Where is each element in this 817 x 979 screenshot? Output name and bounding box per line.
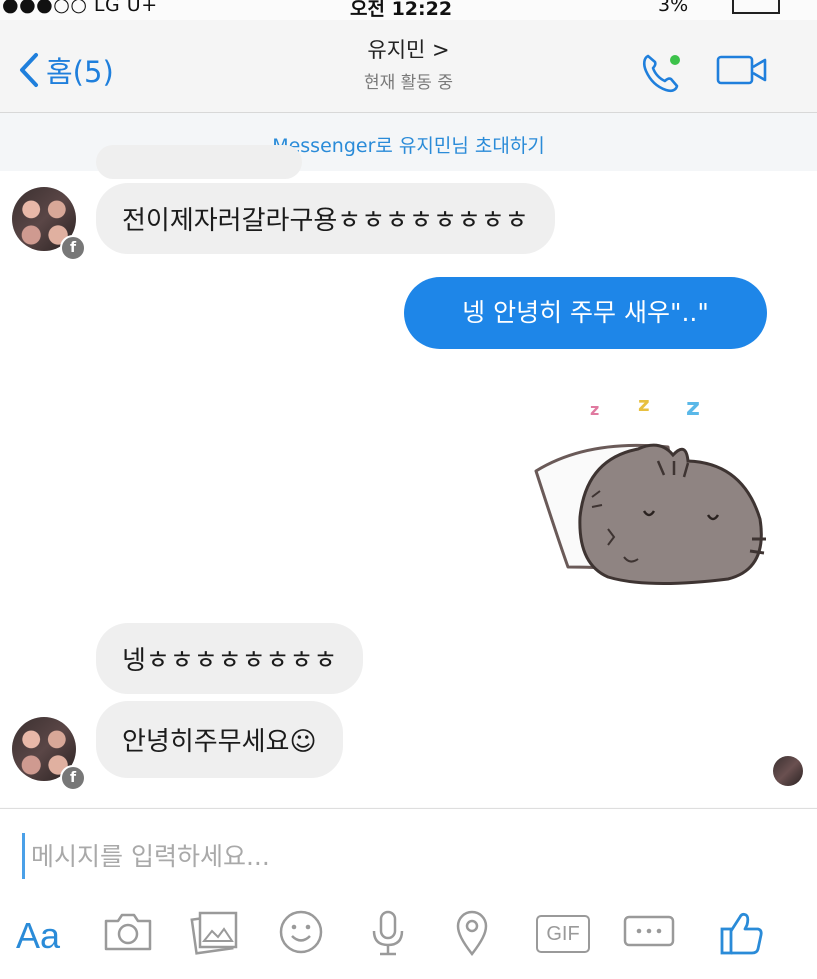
zzz-text-1: z bbox=[590, 400, 599, 419]
message-text: 안녕히주무세요☺ bbox=[122, 727, 317, 757]
read-receipt-avatar bbox=[773, 756, 803, 786]
facebook-badge-icon: f bbox=[60, 765, 86, 791]
message-bubble-incoming[interactable]: 전이제자러갈라구용ㅎㅎㅎㅎㅎㅎㅎㅎ bbox=[96, 183, 555, 254]
phone-call-icon[interactable] bbox=[640, 50, 684, 94]
clock-text: 오전 12:22 bbox=[350, 0, 453, 20]
message-input[interactable] bbox=[22, 833, 793, 879]
message-bubble-outgoing[interactable]: 넹 안녕히 주무 새우".." bbox=[404, 277, 767, 349]
message-bubble-partial bbox=[96, 145, 302, 179]
message-list: f 전이제자러갈라구용ㅎㅎㅎㅎㅎㅎㅎㅎ 넹 안녕히 주무 새우".." z z … bbox=[0, 145, 817, 807]
battery-percent: 3% bbox=[658, 0, 689, 16]
gif-label: GIF bbox=[546, 923, 580, 945]
status-bar: ●●●○○ LG U+ 오전 12:22 3% bbox=[0, 0, 817, 20]
gallery-icon[interactable] bbox=[190, 909, 240, 955]
message-text: 전이제자러갈라구용ㅎㅎㅎㅎㅎㅎㅎㅎ bbox=[122, 206, 529, 236]
message-text: 넹ㅎㅎㅎㅎㅎㅎㅎㅎ bbox=[122, 646, 338, 676]
like-icon[interactable] bbox=[718, 909, 766, 957]
location-icon[interactable] bbox=[452, 909, 492, 957]
zzz-text-3: z bbox=[686, 393, 700, 421]
conversation-header: 홈(5) 유지민 > 현재 활동 중 bbox=[0, 20, 817, 112]
contact-name[interactable]: 유지민 > bbox=[0, 34, 817, 64]
carrier-text: ●●●○○ LG U+ bbox=[2, 0, 158, 16]
message-composer: Aa GIF bbox=[0, 808, 817, 979]
message-bubble-incoming[interactable]: 안녕히주무세요☺ bbox=[96, 701, 343, 778]
message-bubble-incoming[interactable]: 넹ㅎㅎㅎㅎㅎㅎㅎㅎ bbox=[96, 623, 364, 694]
sleeping-cat-sticker[interactable]: z z z bbox=[528, 389, 778, 589]
gif-icon[interactable]: GIF bbox=[536, 915, 590, 953]
camera-icon[interactable] bbox=[102, 909, 154, 953]
microphone-icon[interactable] bbox=[368, 909, 408, 957]
facebook-badge-icon: f bbox=[60, 235, 86, 261]
message-text: 넹 안녕히 주무 새우".." bbox=[462, 298, 709, 327]
text-format-button[interactable]: Aa bbox=[16, 915, 60, 957]
emoji-icon[interactable] bbox=[278, 909, 324, 955]
battery-icon bbox=[732, 0, 780, 14]
more-icon[interactable] bbox=[622, 909, 676, 953]
video-call-icon[interactable] bbox=[716, 53, 768, 87]
contact-active-status: 현재 활동 중 bbox=[363, 73, 453, 93]
zzz-text-2: z bbox=[638, 392, 650, 416]
